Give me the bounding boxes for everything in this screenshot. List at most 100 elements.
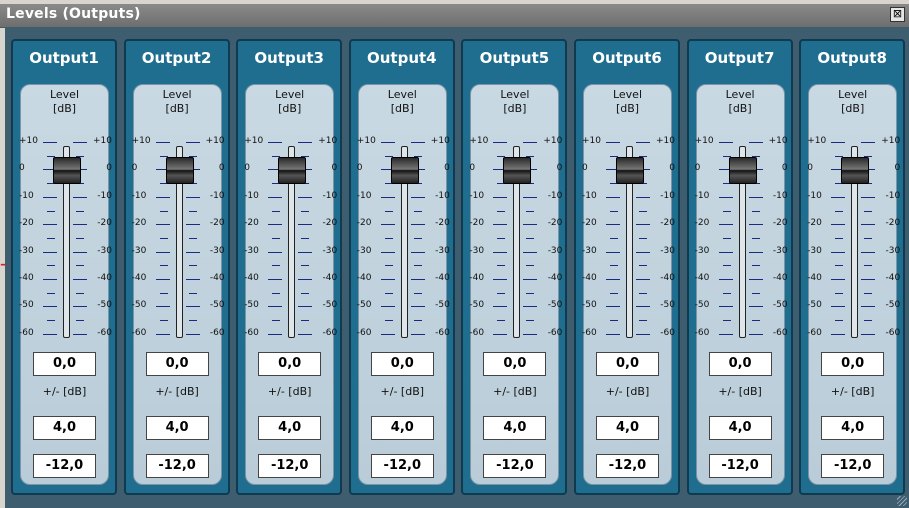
scale-subtick [610, 210, 618, 212]
scale-subtick [272, 320, 281, 322]
scale-label-right: -50 [209, 300, 225, 311]
scale-label-left: +10 [582, 136, 601, 146]
scale-tick [185, 306, 200, 308]
min-value-field[interactable]: -12,0 [145, 454, 209, 478]
min-value-field[interactable]: -12,0 [821, 454, 885, 478]
scale-subtick [188, 237, 197, 239]
level-label-text: Level [838, 88, 868, 101]
scale-label-right: 0 [669, 163, 675, 174]
range-value-field[interactable]: 4,0 [483, 416, 547, 440]
scale-label-right: -30 [322, 245, 338, 256]
scale-tick [380, 279, 395, 280]
gain-value-field[interactable]: 0,0 [33, 352, 96, 376]
range-value-field[interactable]: 4,0 [821, 416, 885, 440]
level-fader[interactable]: +10 +10 0 0 -10 -10 -20 -20 -30 -30 -40 -40 -50 -50 -6… [807, 136, 900, 372]
fader-knob[interactable] [390, 157, 419, 185]
min-value-field[interactable]: -12,0 [596, 454, 659, 478]
scale-subtick [47, 265, 55, 267]
resize-grip-icon[interactable] [897, 496, 907, 506]
channel-strip-output8: Output8 Level [dB] +10 +10 0 0 -10 -10 -20 -20 -… [799, 39, 906, 495]
scale-label-right: -60 [97, 327, 112, 338]
scale-tick [185, 224, 200, 226]
min-value-field[interactable]: -12,0 [33, 454, 96, 478]
level-fader[interactable]: +10 +10 0 0 -10 -10 -20 -20 -30 -30 -40 -40 -50 -50 -6… [19, 136, 112, 372]
scale-label-left: 0 [694, 163, 701, 174]
fader-knob[interactable] [53, 157, 81, 185]
scale-label-right: -30 [209, 245, 225, 256]
scale-label-left: -60 [131, 327, 147, 338]
close-icon[interactable]: ⊠ [890, 7, 905, 22]
level-label-text: Level [162, 88, 192, 101]
level-fader[interactable]: +10 +10 0 0 -10 -10 -20 -20 -30 -30 -40 -40 -50 -50 -6… [244, 136, 338, 372]
scale-subtick [76, 237, 84, 239]
level-fader[interactable]: +10 +10 0 0 -10 -10 -20 -20 -30 -30 -40 -40 -50 -50 -6… [582, 136, 675, 372]
scale-label-left: -10 [356, 190, 372, 201]
gain-value-field[interactable]: 0,0 [708, 352, 772, 376]
min-value-field[interactable]: -12,0 [258, 454, 322, 478]
level-label: Level [dB] [809, 88, 896, 116]
gain-value-field[interactable]: 0,0 [821, 352, 885, 376]
scale-tick [185, 142, 200, 143]
scale-tick [410, 224, 425, 226]
fader-knob[interactable] [841, 157, 870, 185]
scale-tick [73, 224, 87, 226]
scale-subtick [639, 210, 647, 212]
scale-tick [493, 251, 508, 253]
scale-tick [73, 196, 87, 198]
level-fader[interactable]: +10 +10 0 0 -10 -10 -20 -20 -30 -30 -40 -40 -50 -50 -6… [131, 136, 225, 372]
scale-label-right: -10 [209, 190, 225, 201]
scale-label-left: -50 [582, 300, 597, 311]
scale-tick [748, 333, 763, 335]
min-value-field[interactable]: -12,0 [370, 454, 434, 478]
min-value-field[interactable]: -12,0 [483, 454, 547, 478]
level-label-text: Level [725, 88, 755, 101]
gain-value-field[interactable]: 0,0 [370, 352, 434, 376]
scale-subtick [751, 292, 760, 294]
range-value-field[interactable]: 4,0 [33, 416, 96, 440]
scale-tick [861, 196, 876, 198]
scale-label-right: 0 [218, 163, 225, 174]
scale-label-right: 0 [556, 163, 563, 174]
scale-label-right: -30 [660, 245, 675, 256]
scale-tick [155, 306, 170, 308]
scale-tick [718, 224, 733, 226]
scale-label-left: -20 [694, 218, 710, 229]
gain-value-field[interactable]: 0,0 [483, 352, 547, 376]
range-value-field[interactable]: 4,0 [145, 416, 209, 440]
scale-label-right: -60 [209, 327, 225, 338]
level-unit-text: [dB] [165, 102, 189, 115]
fader-knob[interactable] [616, 157, 644, 185]
gain-value-field[interactable]: 0,0 [145, 352, 209, 376]
scale-subtick [384, 237, 393, 239]
level-fader[interactable]: +10 +10 0 0 -10 -10 -20 -20 -30 -30 -40 -40 -50 -50 -6… [469, 136, 563, 372]
gain-value-field[interactable]: 0,0 [258, 352, 322, 376]
scale-subtick [864, 292, 873, 294]
scale-tick [155, 251, 170, 253]
scale-tick [523, 279, 538, 280]
scale-label-left: -30 [244, 245, 259, 256]
range-value-field[interactable]: 4,0 [708, 416, 772, 440]
scale-tick [268, 333, 283, 335]
scale-label-right: -10 [660, 190, 675, 201]
min-value-field[interactable]: -12,0 [708, 454, 772, 478]
fader-knob[interactable] [278, 157, 307, 185]
fader-knob[interactable] [165, 157, 194, 185]
scale-subtick [751, 320, 760, 322]
range-value-field[interactable]: 4,0 [258, 416, 322, 440]
fader-knob[interactable] [503, 157, 532, 185]
level-fader[interactable]: +10 +10 0 0 -10 -10 -20 -20 -30 -30 -40 -40 -50 -50 -6… [694, 136, 788, 372]
level-label-text: Level [612, 88, 643, 101]
scale-tick [73, 279, 87, 280]
scale-subtick [722, 210, 731, 212]
scale-label-left: -40 [19, 273, 34, 283]
scale-subtick [751, 237, 760, 239]
scale-label-left: -20 [582, 218, 597, 229]
fader-knob[interactable] [728, 157, 757, 185]
scale-tick [831, 224, 846, 226]
gain-value-field[interactable]: 0,0 [596, 352, 659, 376]
range-value-field[interactable]: 4,0 [370, 416, 434, 440]
level-fader[interactable]: +10 +10 0 0 -10 -10 -20 -20 -30 -30 -40 -40 -50 -50 -6… [356, 136, 450, 372]
scale-label-left: +10 [694, 136, 714, 146]
range-value-field[interactable]: 4,0 [596, 416, 659, 440]
scale-tick [748, 142, 763, 143]
